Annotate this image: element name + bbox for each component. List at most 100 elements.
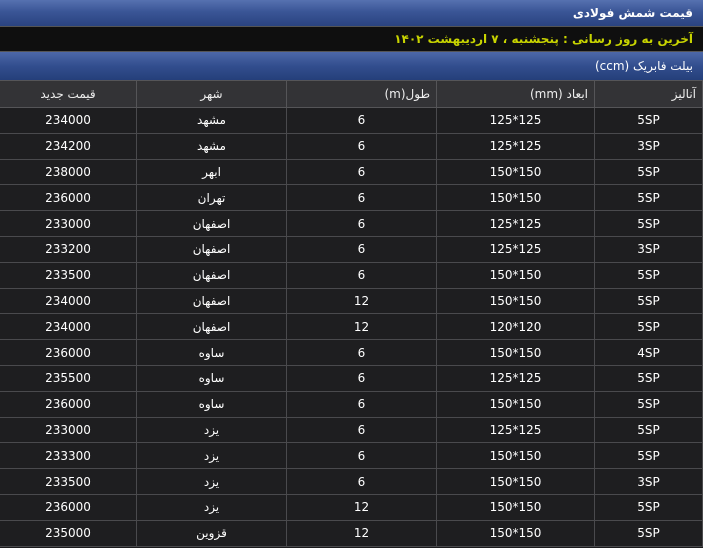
price-page: قیمت شمش فولادی آخرین به روز رسانی : پنج… xyxy=(0,0,703,548)
cell-length: 6 xyxy=(286,390,437,418)
cell-dimensions: 125*125 xyxy=(436,235,595,263)
cell-length: 12 xyxy=(286,313,437,341)
cell-price: 233200 xyxy=(0,235,137,263)
cell-dimensions: 150*150 xyxy=(436,339,595,366)
column-header-city: شهر xyxy=(136,80,287,108)
cell-length: 6 xyxy=(286,184,437,212)
cell-dimensions: 150*150 xyxy=(436,184,595,212)
table-row: 5SP 150*150 6 اصفهان 233500 xyxy=(0,261,703,289)
cell-dimensions: 125*125 xyxy=(436,210,595,237)
table-row: 5SP 150*150 12 قزوین 235000 xyxy=(0,519,703,547)
cell-city: ابهر xyxy=(136,158,287,186)
table-row: 5SP 125*125 6 مشهد 234000 xyxy=(0,107,703,134)
cell-city: یزد xyxy=(136,468,287,495)
table-row: 3SP 150*150 6 یزد 233500 xyxy=(0,468,703,495)
table-header-row: آنالیز ابعاد (mm) طول(m) شهر قیمت جدید xyxy=(0,80,703,108)
column-header-analysis: آنالیز xyxy=(594,80,703,108)
cell-analysis: 5SP xyxy=(594,313,703,341)
cell-city: اصفهان xyxy=(136,287,287,315)
cell-analysis: 5SP xyxy=(594,261,703,289)
table-row: 5SP 150*150 6 ابهر 238000 xyxy=(0,158,703,186)
cell-dimensions: 125*125 xyxy=(436,107,595,134)
cell-city: اصفهان xyxy=(136,313,287,341)
cell-length: 12 xyxy=(286,519,437,547)
cell-price: 238000 xyxy=(0,158,137,186)
cell-analysis: 5SP xyxy=(594,519,703,547)
cell-dimensions: 150*150 xyxy=(436,493,595,521)
cell-analysis: 5SP xyxy=(594,210,703,237)
cell-length: 6 xyxy=(286,132,437,160)
table-row: 5SP 150*150 6 یزد 233300 xyxy=(0,442,703,470)
cell-analysis: 5SP xyxy=(594,184,703,212)
cell-dimensions: 150*150 xyxy=(436,468,595,495)
cell-price: 233500 xyxy=(0,468,137,495)
cell-analysis: 5SP xyxy=(594,158,703,186)
table-row: 5SP 150*150 6 ساوه 236000 xyxy=(0,390,703,418)
price-table: آنالیز ابعاد (mm) طول(m) شهر قیمت جدید 5… xyxy=(0,80,703,547)
page-title-bar: قیمت شمش فولادی xyxy=(0,0,703,26)
cell-dimensions: 125*125 xyxy=(436,132,595,160)
cell-city: اصفهان xyxy=(136,210,287,237)
section-header: بیلت فابریک (ccm) xyxy=(0,52,703,80)
table-row: 5SP 150*150 12 یزد 236000 xyxy=(0,493,703,521)
cell-price: 233300 xyxy=(0,442,137,470)
cell-city: اصفهان xyxy=(136,235,287,263)
table-row: 5SP 125*125 6 یزد 233000 xyxy=(0,416,703,444)
cell-price: 236000 xyxy=(0,390,137,418)
cell-dimensions: 150*150 xyxy=(436,390,595,418)
cell-price: 236000 xyxy=(0,339,137,366)
cell-analysis: 5SP xyxy=(594,287,703,315)
table-row: 5SP 125*125 6 ساوه 235500 xyxy=(0,364,703,392)
cell-city: ساوه xyxy=(136,339,287,366)
cell-dimensions: 150*150 xyxy=(436,261,595,289)
cell-analysis: 3SP xyxy=(594,132,703,160)
cell-city: قزوین xyxy=(136,519,287,547)
page-title: قیمت شمش فولادی xyxy=(572,6,693,20)
cell-city: تهران xyxy=(136,184,287,212)
cell-price: 236000 xyxy=(0,493,137,521)
column-header-length: طول(m) xyxy=(286,80,437,108)
table-row: 5SP 120*120 12 اصفهان 234000 xyxy=(0,313,703,341)
cell-length: 6 xyxy=(286,468,437,495)
cell-analysis: 5SP xyxy=(594,416,703,444)
cell-length: 6 xyxy=(286,442,437,470)
cell-dimensions: 150*150 xyxy=(436,442,595,470)
cell-analysis: 5SP xyxy=(594,364,703,392)
cell-length: 6 xyxy=(286,210,437,237)
cell-city: یزد xyxy=(136,416,287,444)
cell-price: 234200 xyxy=(0,132,137,160)
table-row: 5SP 150*150 12 اصفهان 234000 xyxy=(0,287,703,315)
cell-analysis: 5SP xyxy=(594,390,703,418)
table-row: 4SP 150*150 6 ساوه 236000 xyxy=(0,339,703,366)
cell-city: یزد xyxy=(136,493,287,521)
cell-dimensions: 150*150 xyxy=(436,158,595,186)
last-update-bar: آخرین به روز رسانی : پنجشنبه ، ۷ اردیبهش… xyxy=(0,26,703,52)
cell-city: مشهد xyxy=(136,107,287,134)
cell-dimensions: 150*150 xyxy=(436,287,595,315)
cell-price: 234000 xyxy=(0,287,137,315)
cell-length: 6 xyxy=(286,261,437,289)
cell-dimensions: 120*120 xyxy=(436,313,595,341)
cell-price: 233000 xyxy=(0,416,137,444)
cell-length: 6 xyxy=(286,416,437,444)
cell-city: یزد xyxy=(136,442,287,470)
section-title: بیلت فابریک (ccm) xyxy=(594,59,693,73)
cell-price: 236000 xyxy=(0,184,137,212)
cell-analysis: 5SP xyxy=(594,442,703,470)
cell-price: 234000 xyxy=(0,107,137,134)
cell-analysis: 5SP xyxy=(594,493,703,521)
cell-dimensions: 150*150 xyxy=(436,519,595,547)
table-row: 5SP 150*150 6 تهران 236000 xyxy=(0,184,703,212)
last-update-text: آخرین به روز رسانی : پنجشنبه ، ۷ اردیبهش… xyxy=(394,32,693,46)
cell-length: 6 xyxy=(286,364,437,392)
cell-dimensions: 125*125 xyxy=(436,364,595,392)
table-row: 3SP 125*125 6 اصفهان 233200 xyxy=(0,235,703,263)
cell-dimensions: 125*125 xyxy=(436,416,595,444)
cell-length: 6 xyxy=(286,235,437,263)
cell-city: ساوه xyxy=(136,390,287,418)
cell-length: 6 xyxy=(286,158,437,186)
column-header-price: قیمت جدید xyxy=(0,80,137,108)
cell-analysis: 3SP xyxy=(594,235,703,263)
cell-price: 233000 xyxy=(0,210,137,237)
cell-length: 12 xyxy=(286,287,437,315)
